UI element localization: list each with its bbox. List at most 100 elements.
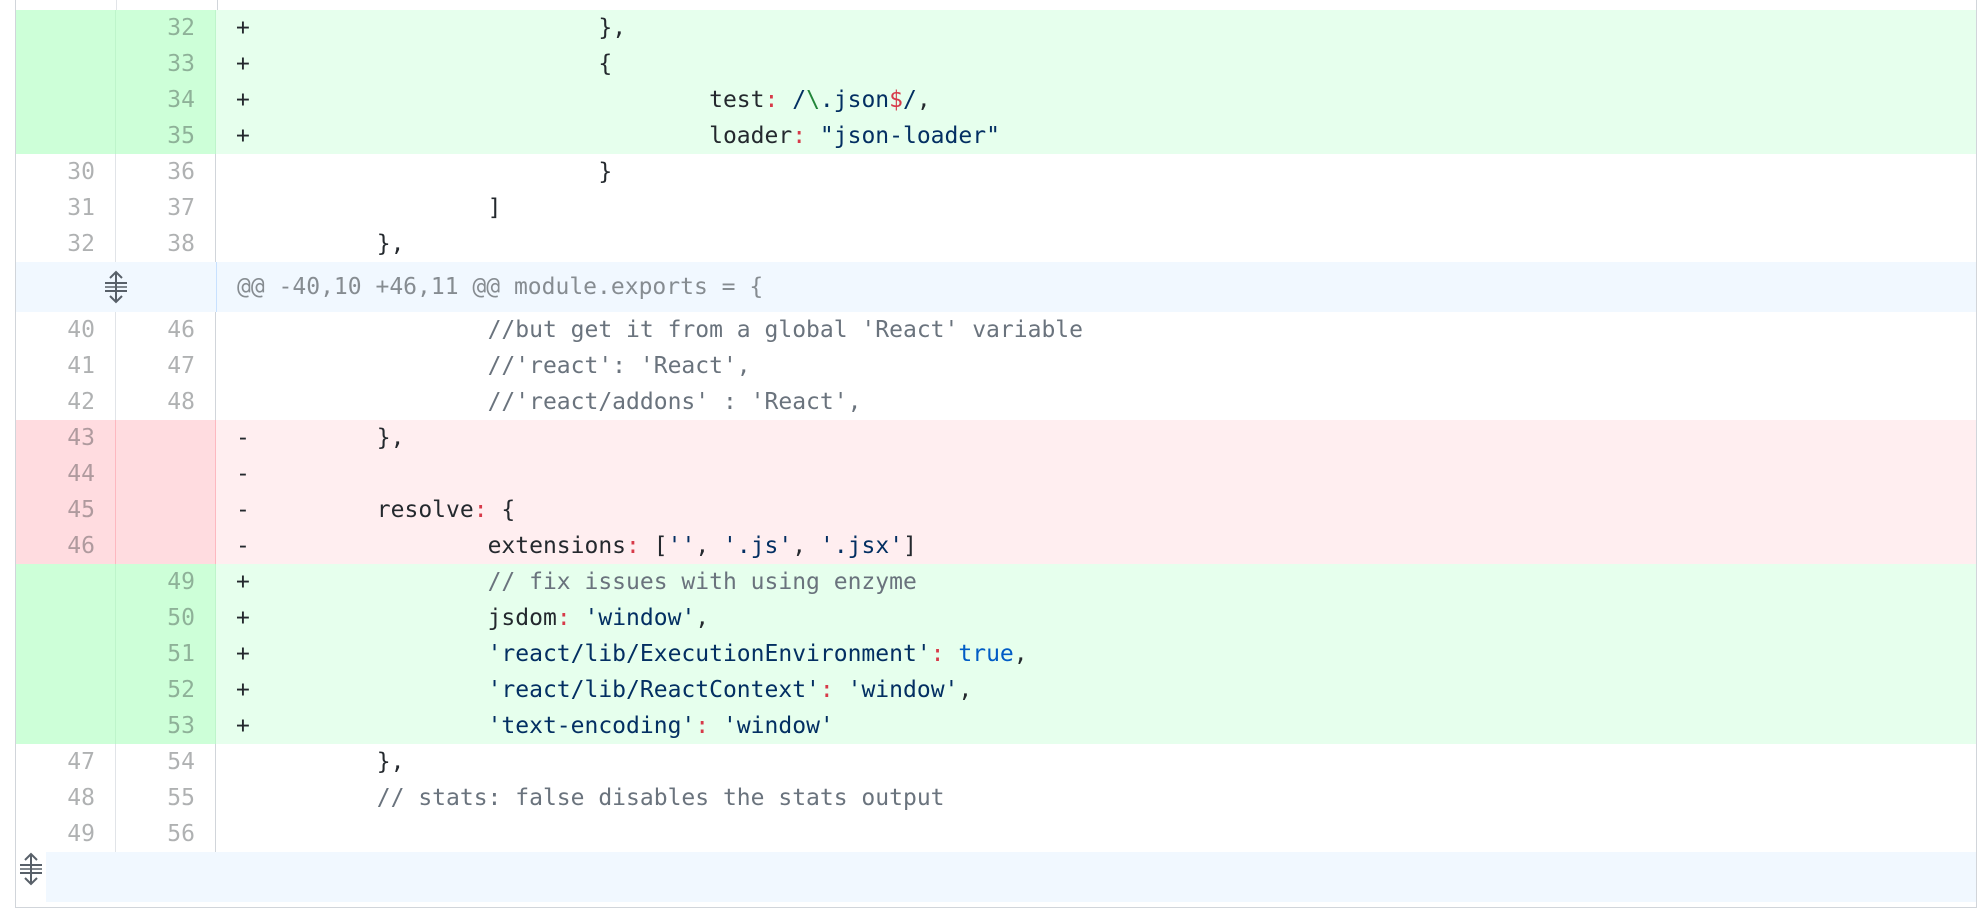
old-line-number[interactable]: 47 [16,744,116,780]
new-line-number[interactable]: 52 [116,672,216,708]
new-line-number[interactable]: 46 [116,312,216,348]
code-colon: : [626,533,654,559]
new-line-number[interactable]: 37 [116,190,216,226]
new-line-number[interactable]: 35 [116,118,216,154]
old-line-number[interactable]: 30 [16,154,116,190]
old-line-number[interactable]: 48 [16,780,116,816]
diff-view: 32 + }, 33 + {34 + test: /\.json$/, 35 + loade… [15,0,1977,908]
old-line-number[interactable]: 44 [16,456,116,492]
code-line: - resolve: { [216,492,1976,528]
new-line-number[interactable]: 34 [116,82,216,118]
code-key: extensions [487,533,627,559]
old-line-number[interactable] [16,636,116,672]
old-line-number[interactable]: 42 [16,384,116,420]
diff-marker: + [236,677,250,703]
array-item: '.js' [723,533,793,559]
code-line: - extensions: ['', '.js', '.jsx'] [216,528,1976,564]
expand-icon[interactable] [16,852,46,902]
code-comment: //'react/addons' : 'React', [487,389,862,415]
new-line-number[interactable]: 49 [116,564,216,600]
new-line-number[interactable]: 53 [116,708,216,744]
code-text: }, [376,425,405,451]
new-line-number[interactable] [116,528,216,564]
old-line-number[interactable]: 43 [16,420,116,456]
diff-marker: + [236,605,250,631]
new-line-number[interactable]: 38 [116,226,216,262]
old-line-number[interactable] [16,10,116,46]
code-colon: : [764,87,793,113]
old-line-number[interactable]: 32 [16,226,116,262]
old-line-number[interactable]: 40 [16,312,116,348]
diff-line-add: 53 + 'text-encoding': 'window' [16,708,1976,744]
old-line-number[interactable] [16,672,116,708]
code-string: 'window' [722,713,834,739]
new-line-number[interactable] [116,456,216,492]
new-line-number[interactable]: 36 [116,154,216,190]
old-line-number[interactable]: 45 [16,492,116,528]
diff-line-add: 34 + test: /\.json$/, [16,82,1976,118]
diff-line-add: 33 + { [16,46,1976,82]
old-line-number[interactable] [16,600,116,636]
new-line-number[interactable]: 48 [116,384,216,420]
code-string: "json-loader" [819,123,1000,149]
code-string: 'window' [584,605,696,631]
diff-top-strip [16,0,1976,10]
new-line-number[interactable]: 54 [116,744,216,780]
code-line: + 'text-encoding': 'window' [216,708,1976,744]
old-line-number[interactable]: 41 [16,348,116,384]
code-line: + test: /\.json$/, [216,82,1976,118]
new-line-number[interactable]: 33 [116,46,216,82]
new-line-number[interactable] [116,492,216,528]
old-line-number[interactable]: 49 [16,816,116,852]
diff-line-ctx: 31 37 ] [16,190,1976,226]
diff-line-ctx: 40 46 //but get it from a global 'React' … [16,312,1976,348]
code-tail: , [695,605,710,631]
code-string: 'window' [847,677,959,703]
new-line-number[interactable]: 56 [116,816,216,852]
diff-marker: + [236,87,250,113]
code-text: }, [376,231,405,257]
old-line-number[interactable]: 31 [16,190,116,226]
diff-marker: - [236,533,250,559]
code-tail: , [958,677,973,703]
regex-delimiter: / [903,87,917,113]
old-line-number[interactable] [16,46,116,82]
code-colon: : [792,123,820,149]
old-line-number[interactable] [16,82,116,118]
new-line-number[interactable]: 50 [116,600,216,636]
new-line-number[interactable]: 51 [116,636,216,672]
old-line-number[interactable]: 46 [16,528,116,564]
code-colon: : [556,605,585,631]
code-comment: // fix issues with using enzyme [487,569,917,595]
code-tail: { [501,497,516,523]
old-line-number[interactable] [16,564,116,600]
code-line: + loader: "json-loader" [216,118,1976,154]
code-key: test [709,87,765,113]
diff-line-ctx: 41 47 //'react': 'React', [16,348,1976,384]
diff-marker: + [236,641,250,667]
code-line: // stats: false disables the stats outpu… [216,780,1976,816]
new-line-number[interactable]: 47 [116,348,216,384]
bracket: [ [653,533,668,559]
code-line: + { [216,46,1976,82]
new-line-number[interactable] [116,420,216,456]
new-line-number[interactable]: 55 [116,780,216,816]
expand-icon[interactable] [16,262,217,312]
diff-marker: + [236,569,250,595]
diff-line-ctx: 49 56 [16,816,1976,852]
new-line-number[interactable]: 32 [116,10,216,46]
code-string-key: 'react/lib/ReactContext' [487,677,820,703]
old-line-number[interactable] [16,118,116,154]
diff-line-del: 46 - extensions: ['', '.js', '.jsx'] [16,528,1976,564]
old-line-number[interactable] [16,708,116,744]
code-key: jsdom [487,605,557,631]
code-line: }, [216,744,1976,780]
